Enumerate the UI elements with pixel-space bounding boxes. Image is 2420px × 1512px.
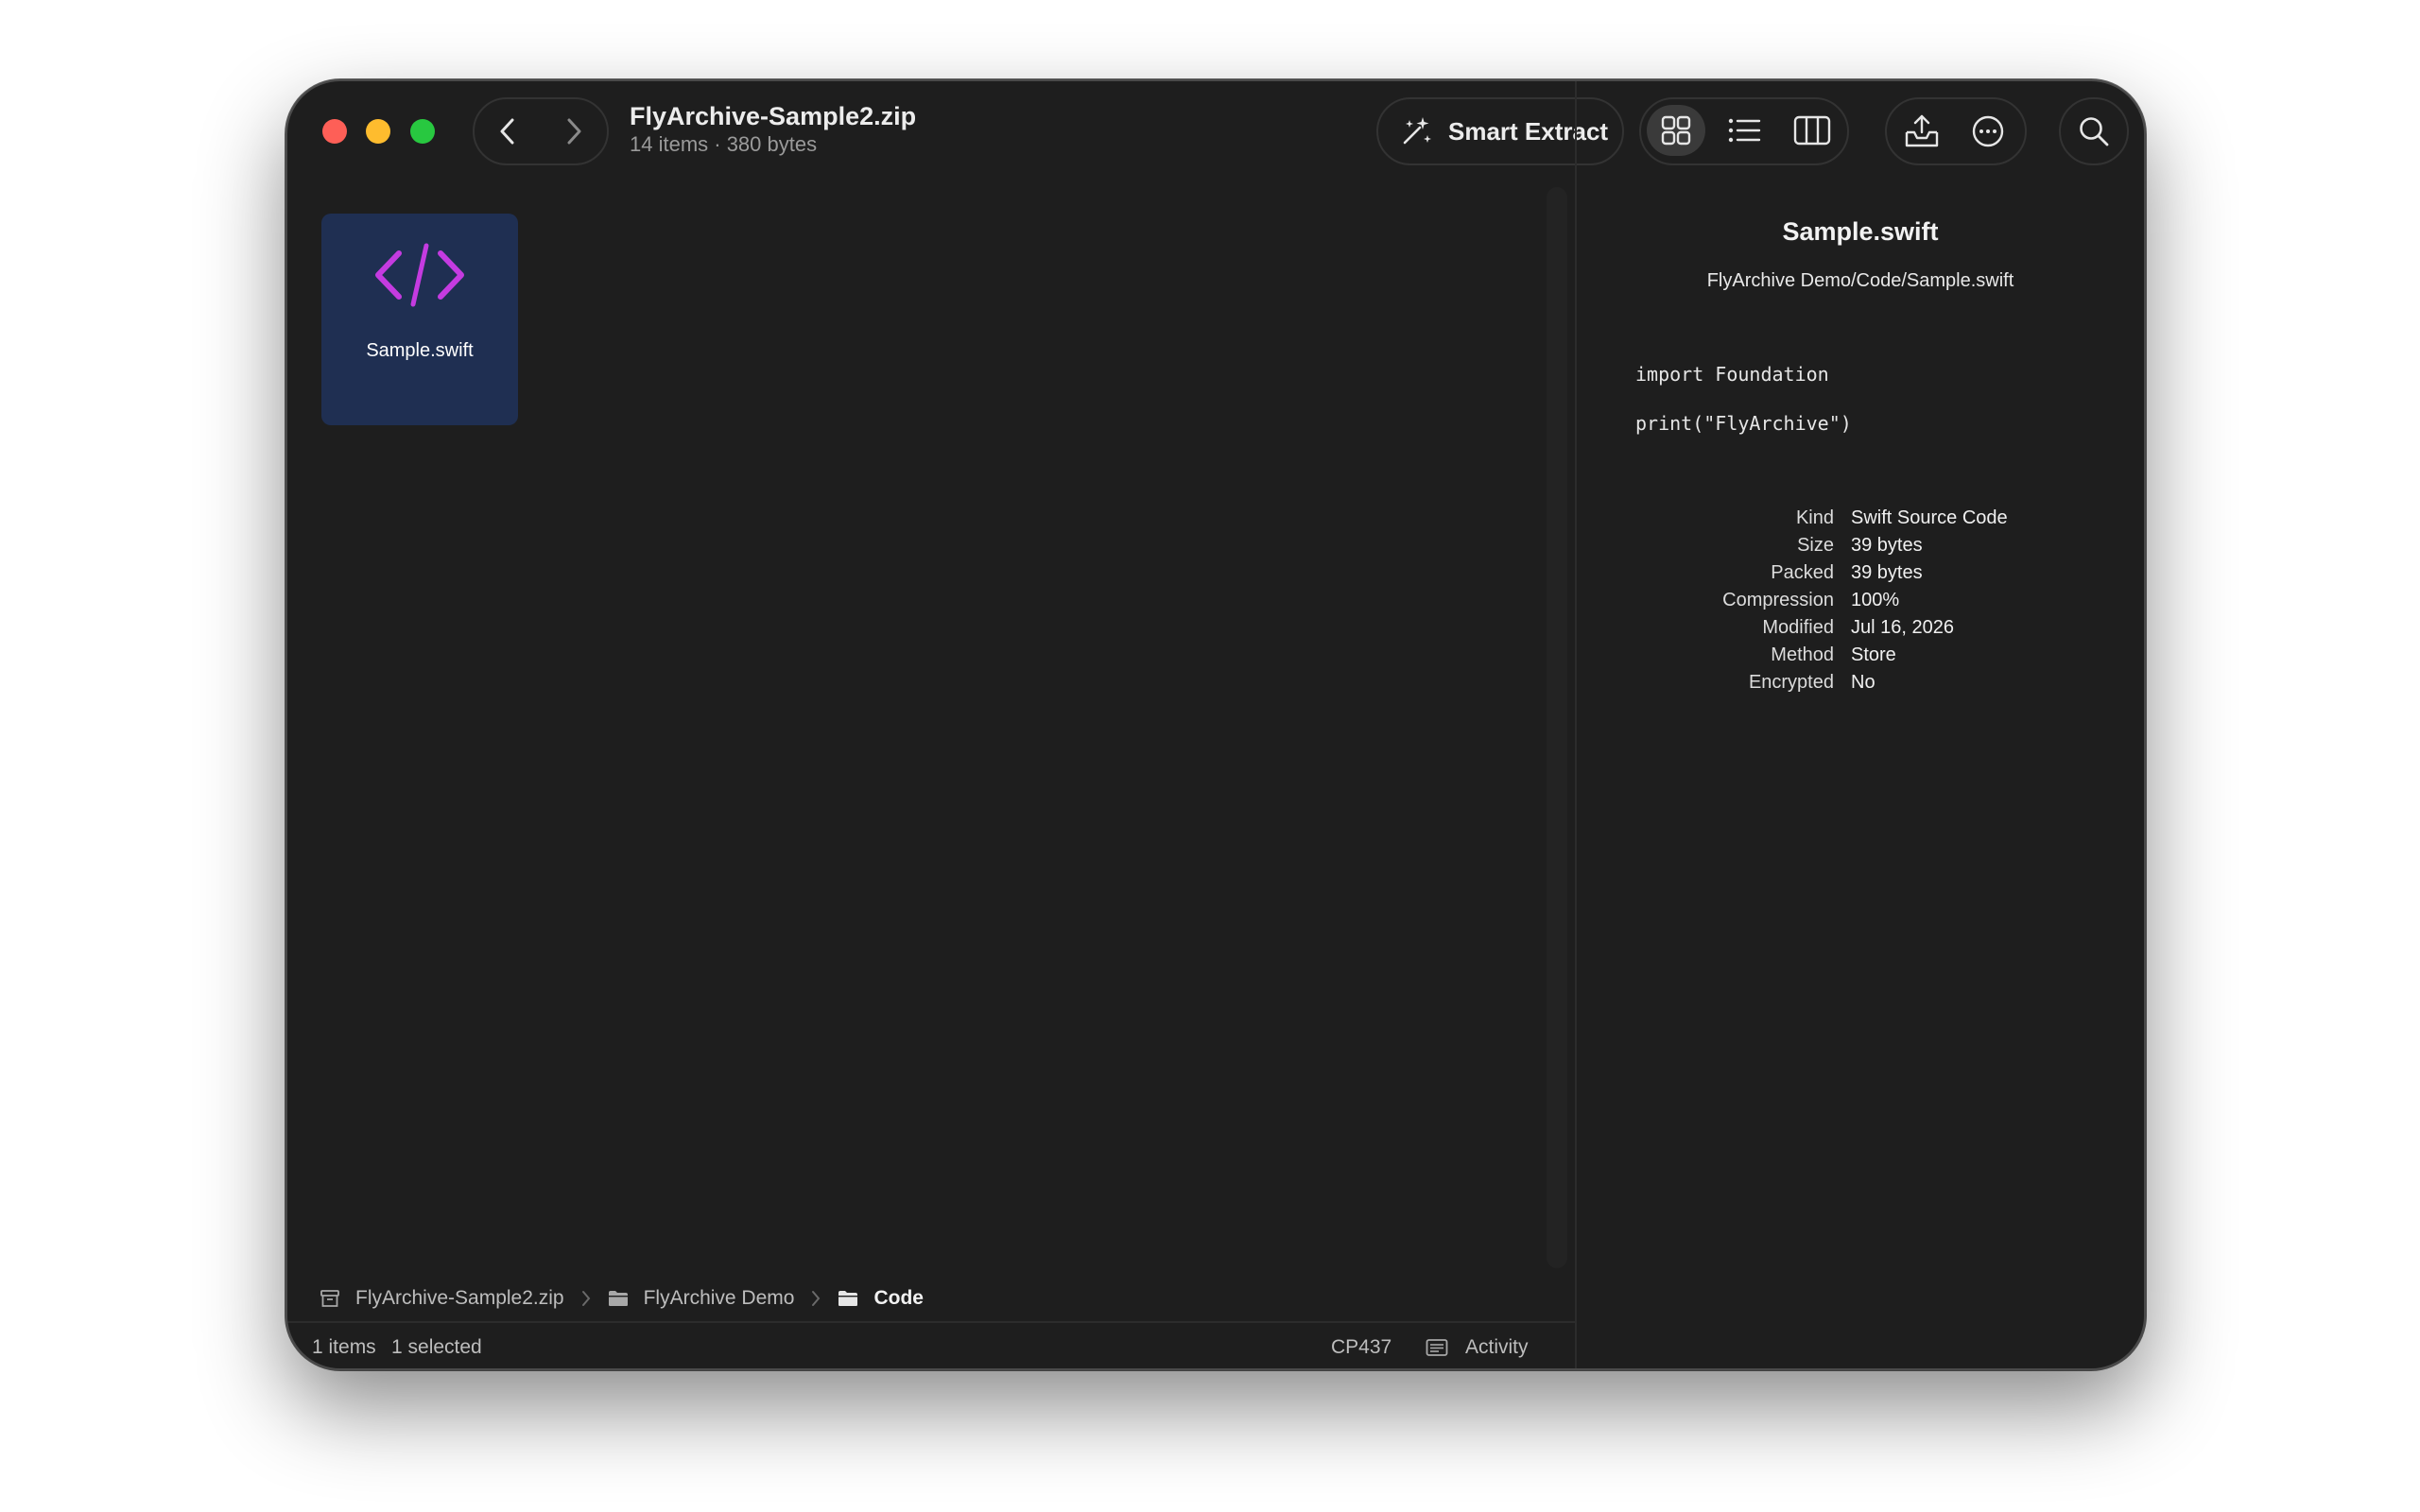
breadcrumb-item-archive[interactable]: FlyArchive-Sample2.zip [320,1287,564,1310]
zoom-button[interactable] [410,119,435,144]
property-row-size: Size 39 bytes [1577,532,2008,559]
property-key: Method [1771,644,1834,665]
property-row-modified: Modified Jul 16, 2026 [1577,614,2008,642]
breadcrumb-label: Code [873,1287,924,1309]
grid-icon [1661,115,1691,146]
chevron-left-icon [500,118,514,145]
extract-button[interactable] [1889,99,1955,163]
breadcrumb-label: FlyArchive Demo [643,1287,795,1309]
folder-icon [608,1291,628,1306]
property-value: Swift Source Code [1851,507,2008,528]
breadcrumb-item-demo[interactable]: FlyArchive Demo [608,1287,795,1310]
tray-arrow-icon [1905,114,1939,147]
magic-wand-icon [1403,117,1431,145]
property-row-method: Method Store [1577,642,2008,669]
chevron-right-icon [812,1291,821,1306]
list-view-button[interactable] [1715,105,1773,156]
property-value: 100% [1851,590,1900,610]
property-row-compression: Compression 100% [1577,587,2008,614]
action-group [1885,97,2027,165]
navigation-group [473,97,609,165]
search-icon [2080,117,2109,146]
file-item-sample-swift[interactable]: Sample.swift [321,214,518,425]
window-subtitle: 14 items · 380 bytes [630,132,818,156]
properties-list: Kind Swift Source Code Size 39 bytes Packe… [1577,505,2008,696]
property-row-packed: Packed 39 bytes [1577,559,2008,587]
search-button[interactable] [2059,97,2129,165]
property-value: Jul 16, 2026 [1851,617,1954,638]
property-value: 39 bytes [1851,535,1923,556]
property-key: Kind [1795,507,1834,528]
property-value: 39 bytes [1851,562,1923,583]
view-mode-group [1639,97,1849,165]
close-button[interactable] [322,119,347,144]
activity-button[interactable]: Activity [1426,1331,1529,1365]
property-value: No [1851,672,1876,693]
code-line: print("FlyArchive") [1635,412,1852,435]
chevron-right-icon [567,118,581,145]
activity-icon [1426,1339,1448,1356]
inspector-title: Sample.swift [1782,217,1939,246]
chevron-right-icon [581,1291,590,1306]
activity-label: Activity [1465,1336,1529,1358]
window-title: FlyArchive-Sample2.zip [630,102,917,130]
smart-extract-label: Smart Extract [1448,116,1609,146]
breadcrumb: FlyArchive-Sample2.zip FlyArchive Demo C… [320,1281,924,1315]
property-key: Packed [1771,562,1834,583]
item-count: 1 items [312,1336,376,1358]
file-name: Sample.swift [366,340,474,361]
property-key: Encrypted [1748,672,1834,693]
property-key: Compression [1722,590,1834,610]
selection-count: 1 selected [391,1336,482,1358]
folder-icon [838,1291,858,1306]
smart-extract-button[interactable]: Smart Extract [1376,97,1624,165]
grid-view-button[interactable] [1647,105,1705,156]
breadcrumb-label: FlyArchive-Sample2.zip [355,1287,564,1309]
scrollbar[interactable] [1547,187,1567,1268]
back-button[interactable] [475,99,541,163]
property-key: Modified [1762,617,1834,638]
minimize-button[interactable] [366,119,390,144]
encoding-selector[interactable]: CP437 [1331,1331,1392,1365]
property-key: Size [1797,535,1834,556]
code-line: import Foundation [1635,363,1829,386]
archive-window: FlyArchive-Sample2.zip 14 items · 380 by… [285,79,2146,1370]
status-separator [287,1321,1575,1323]
code-icon [375,243,464,307]
property-row-encrypted: Encrypted No [1577,669,2008,696]
more-button[interactable] [1955,99,2021,163]
property-row-kind: Kind Swift Source Code [1577,505,2008,532]
property-value: Store [1851,644,1896,665]
forward-button[interactable] [541,99,607,163]
column-view-button[interactable] [1783,105,1841,156]
archive-icon [320,1290,339,1307]
ellipsis-circle-icon [1972,115,2004,147]
breadcrumb-item-code[interactable]: Code [838,1287,924,1310]
list-icon [1728,118,1761,143]
columns-icon [1793,115,1831,146]
inspector-path: FlyArchive Demo/Code/Sample.swift [1706,270,2014,291]
code-preview: import Foundation print("FlyArchive") [1635,350,1852,448]
